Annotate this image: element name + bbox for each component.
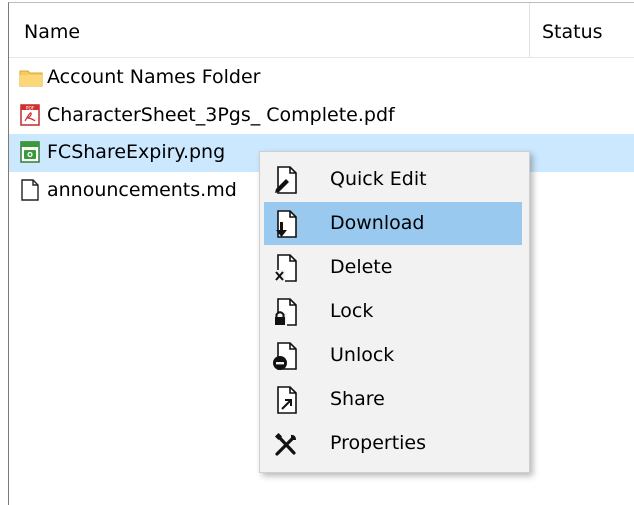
edit-icon — [272, 165, 300, 195]
menu-item-label: Share — [330, 388, 385, 410]
share-icon — [272, 385, 300, 415]
menu-item-properties[interactable]: Properties — [264, 422, 522, 465]
column-divider[interactable] — [529, 3, 530, 57]
delete-icon — [272, 253, 300, 283]
menu-item-label: Unlock — [330, 344, 395, 366]
context-menu: Quick Edit Download Delete Lock Unlock S… — [259, 151, 530, 473]
file-name: Account Names Folder — [47, 66, 261, 88]
file-row-charactersheet-pdf[interactable]: PDF CharacterSheet_3Pgs_ Complete.pdf — [9, 97, 634, 135]
menu-item-label: Properties — [330, 432, 427, 454]
file-row-account-names-folder[interactable]: Account Names Folder — [9, 59, 634, 97]
file-name: FCShareExpiry.png — [47, 141, 226, 163]
menu-item-download[interactable]: Download — [264, 202, 522, 245]
menu-item-share[interactable]: Share — [264, 378, 522, 421]
file-name: CharacterSheet_3Pgs_ Complete.pdf — [47, 104, 395, 126]
name-column-header[interactable]: Name — [24, 21, 80, 43]
folder-icon — [19, 66, 43, 88]
image-file-icon — [19, 141, 41, 163]
column-header-bar: Name Status — [9, 3, 634, 58]
menu-item-label: Quick Edit — [330, 168, 427, 190]
properties-icon — [272, 429, 300, 459]
document-file-icon — [19, 179, 41, 201]
lock-icon — [272, 297, 300, 327]
menu-item-quick-edit[interactable]: Quick Edit — [264, 158, 522, 201]
menu-item-label: Delete — [330, 256, 393, 278]
menu-item-lock[interactable]: Lock — [264, 290, 522, 333]
menu-item-label: Lock — [330, 300, 374, 322]
status-column-header[interactable]: Status — [542, 21, 603, 43]
download-icon — [272, 209, 300, 239]
svg-text:PDF: PDF — [26, 106, 35, 112]
file-name: announcements.md — [47, 179, 237, 201]
pdf-file-icon: PDF — [19, 104, 41, 126]
menu-item-unlock[interactable]: Unlock — [264, 334, 522, 377]
menu-item-label: Download — [330, 212, 425, 234]
menu-item-delete[interactable]: Delete — [264, 246, 522, 289]
unlock-icon — [272, 341, 300, 371]
